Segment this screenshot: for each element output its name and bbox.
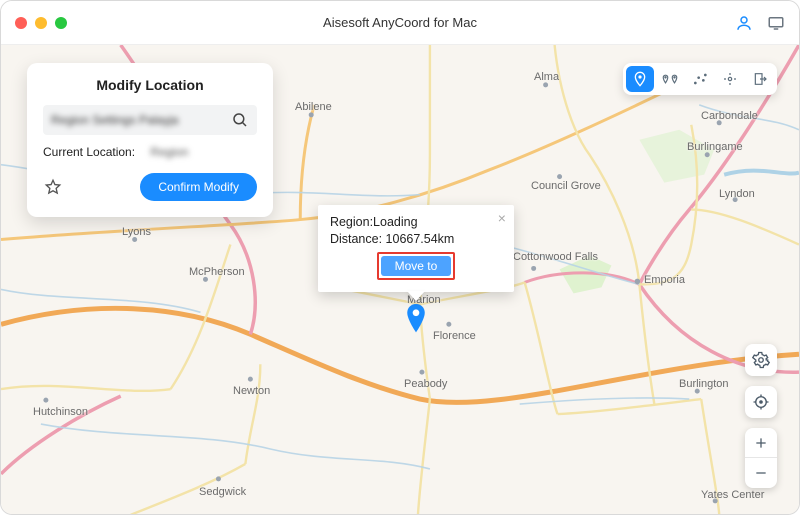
app-title: Aisesoft AnyCoord for Mac bbox=[1, 15, 799, 30]
close-window-button[interactable] bbox=[15, 17, 27, 29]
export-button[interactable] bbox=[746, 66, 774, 92]
mode-toolbar bbox=[623, 63, 777, 95]
popup-region-row: Region:Loading bbox=[330, 215, 502, 229]
window-controls bbox=[15, 17, 67, 29]
search-row bbox=[43, 105, 257, 135]
highlight-box: Move to bbox=[377, 252, 456, 280]
mode-teleport-button[interactable] bbox=[626, 66, 654, 92]
location-popup: × Region:Loading Distance: 10667.54km Mo… bbox=[318, 205, 514, 292]
mode-multi-spot-button[interactable] bbox=[686, 66, 714, 92]
zoom-controls bbox=[745, 428, 777, 488]
popup-region-value: Loading bbox=[373, 215, 418, 229]
screen-icon[interactable] bbox=[767, 15, 785, 31]
zoom-out-button[interactable] bbox=[745, 458, 777, 488]
map-pin-icon bbox=[406, 304, 426, 334]
current-location-row: Current Location: Region bbox=[43, 145, 257, 159]
titlebar: Aisesoft AnyCoord for Mac bbox=[1, 1, 799, 45]
popup-close-button[interactable]: × bbox=[498, 211, 506, 225]
map-area[interactable]: Hutchinson McPherson Lyons Newton Sedgwi… bbox=[1, 45, 799, 514]
zoom-in-button[interactable] bbox=[745, 428, 777, 458]
current-location-value: Region bbox=[138, 145, 200, 159]
settings-button[interactable] bbox=[745, 344, 777, 376]
search-icon[interactable] bbox=[231, 111, 249, 129]
move-to-button[interactable]: Move to bbox=[381, 256, 452, 276]
confirm-modify-button[interactable]: Confirm Modify bbox=[140, 173, 257, 201]
maximize-window-button[interactable] bbox=[55, 17, 67, 29]
center-button[interactable] bbox=[745, 386, 777, 418]
popup-distance-value: 10667.54km bbox=[386, 232, 455, 246]
mode-two-spot-button[interactable] bbox=[656, 66, 684, 92]
favorite-button[interactable] bbox=[43, 177, 63, 197]
modify-location-panel: Modify Location Current Location: Region… bbox=[27, 63, 273, 217]
popup-distance-row: Distance: 10667.54km bbox=[330, 232, 502, 246]
titlebar-actions bbox=[735, 14, 785, 32]
panel-title: Modify Location bbox=[43, 77, 257, 93]
current-location-label: Current Location: bbox=[43, 145, 135, 159]
map-controls bbox=[745, 344, 777, 488]
minimize-window-button[interactable] bbox=[35, 17, 47, 29]
popup-arrow-icon bbox=[407, 291, 425, 301]
app-window: Aisesoft AnyCoord for Mac bbox=[0, 0, 800, 515]
account-icon[interactable] bbox=[735, 14, 753, 32]
location-search-input[interactable] bbox=[51, 113, 231, 127]
mode-joystick-button[interactable] bbox=[716, 66, 744, 92]
popup-distance-label: Distance: bbox=[330, 232, 382, 246]
popup-region-label: Region: bbox=[330, 215, 373, 229]
